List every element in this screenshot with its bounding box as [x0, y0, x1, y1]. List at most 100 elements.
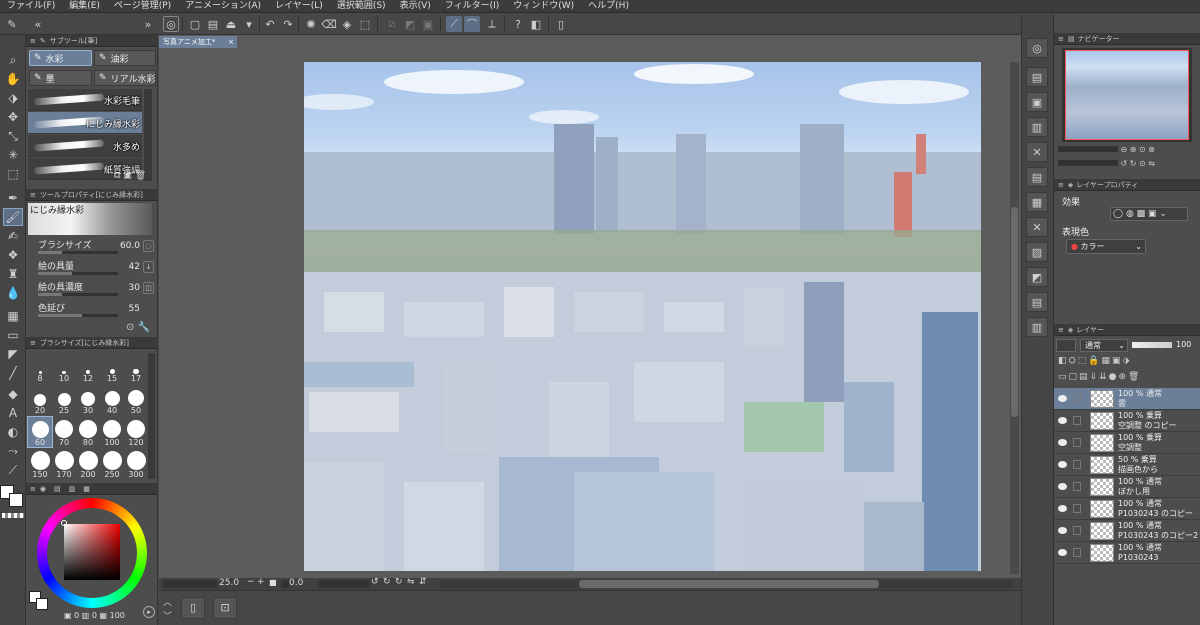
- close-window-icon[interactable]: ✕: [1026, 142, 1048, 162]
- zoom-icon[interactable]: ⌕: [3, 51, 23, 69]
- text-icon[interactable]: A: [3, 404, 23, 422]
- line-correction-icon[interactable]: ⟋: [3, 461, 23, 479]
- property-slider[interactable]: [38, 272, 118, 275]
- eye-icon[interactable]: [1058, 549, 1067, 556]
- layer-row[interactable]: 100 % 通常 P1030243 のコピー: [1054, 498, 1200, 520]
- layer-row[interactable]: 100 % 通常 P1030243: [1054, 542, 1200, 564]
- ruler-snap-icon[interactable]: ⟋: [446, 16, 462, 32]
- brush-size-option[interactable]: 120: [124, 417, 148, 447]
- gradient-icon[interactable]: ▦: [3, 307, 23, 325]
- brush-size-option[interactable]: 15: [100, 353, 124, 383]
- pen-tool-icon[interactable]: ✒: [3, 189, 23, 207]
- layer-row[interactable]: 100 % 乗算 空調整: [1054, 432, 1200, 454]
- new-folder-icon[interactable]: ▤: [1079, 372, 1090, 382]
- history-color-tab-icon[interactable]: ▦: [83, 485, 90, 493]
- balloon-icon[interactable]: ⤳: [3, 442, 23, 460]
- auto-action-icon[interactable]: ▤: [1026, 292, 1048, 312]
- new-raster-layer-icon[interactable]: ▭: [1058, 372, 1069, 382]
- navigator-icon[interactable]: ◎: [1026, 38, 1048, 58]
- layer-lock-icon[interactable]: [1073, 526, 1081, 535]
- layer-property-tab-icon[interactable]: ◈: [1068, 181, 1073, 189]
- sub-color-swatch[interactable]: [9, 493, 23, 507]
- subtool-group-oil[interactable]: ✎ 油彩: [94, 50, 156, 66]
- property-slider[interactable]: [38, 314, 118, 317]
- menu-animation[interactable]: アニメーション(A): [178, 0, 268, 13]
- zoom-in-icon[interactable]: +: [257, 577, 265, 587]
- menu-page[interactable]: ページ管理(P): [107, 0, 178, 13]
- nav-actual-size-icon[interactable]: ⊗: [1148, 145, 1155, 154]
- property-color-stretch[interactable]: 色延び 55: [28, 300, 156, 320]
- collapse-panel-icon[interactable]: »: [140, 16, 156, 32]
- settings-icon[interactable]: ⊙: [126, 322, 138, 333]
- brush-icon[interactable]: 🖌: [3, 208, 23, 226]
- blend-color-icon[interactable]: [1056, 339, 1076, 352]
- merge-down-icon[interactable]: ⇊: [1099, 372, 1109, 382]
- brush-size-option[interactable]: 12: [76, 353, 100, 383]
- flip-vertical-icon[interactable]: ⇵: [419, 577, 427, 587]
- selection-crop-icon[interactable]: ◩: [402, 16, 418, 32]
- nav-rotate-left-icon[interactable]: ↺: [1121, 159, 1128, 168]
- nav-flip-icon[interactable]: ⇋: [1148, 159, 1155, 168]
- rotate-right-icon[interactable]: ↻: [383, 577, 391, 587]
- brush-size-option[interactable]: 10: [52, 353, 76, 383]
- new-file-icon[interactable]: ▢: [187, 16, 203, 32]
- eye-icon[interactable]: [1058, 527, 1067, 534]
- brush-size-option[interactable]: 30: [76, 385, 100, 415]
- nav-zoom-in-icon[interactable]: ⊕: [1130, 145, 1137, 154]
- brush-item[interactable]: 水彩毛筆: [28, 89, 142, 111]
- eyedropper-icon[interactable]: ⤡: [3, 127, 23, 145]
- transparent-color-swatch[interactable]: [2, 513, 24, 518]
- blend-icon[interactable]: 💧: [3, 284, 23, 302]
- nav-reset-rotate-icon[interactable]: ⊙: [1139, 159, 1146, 168]
- layer-row[interactable]: 100 % 通常 P1030243 のコピー2: [1054, 520, 1200, 542]
- zoom-slider[interactable]: [163, 580, 217, 588]
- correction-icon[interactable]: ◆: [3, 385, 23, 403]
- close-tab-icon[interactable]: ×: [228, 36, 234, 48]
- eye-icon[interactable]: [1058, 417, 1067, 424]
- panel-menu-icon[interactable]: ≡: [30, 191, 36, 199]
- opacity-slider[interactable]: [1132, 342, 1172, 348]
- pressure-icon[interactable]: ◌: [143, 240, 154, 252]
- vertical-scroll-thumb[interactable]: [1011, 207, 1018, 417]
- transfer-down-icon[interactable]: ⇓: [1090, 372, 1100, 382]
- property-slider[interactable]: [38, 251, 118, 254]
- airbrush-icon[interactable]: ✍: [3, 227, 23, 245]
- history-icon[interactable]: ▥: [1026, 317, 1048, 337]
- ruler-show-icon[interactable]: ⬗: [1122, 356, 1131, 366]
- mask-enable-icon[interactable]: ▣: [1112, 356, 1123, 366]
- rotate-track[interactable]: [319, 580, 369, 588]
- wrench-icon[interactable]: 🔧: [138, 322, 150, 333]
- canvas-photo[interactable]: [304, 62, 981, 571]
- brush-item[interactable]: 水多め: [28, 135, 142, 157]
- hand-icon[interactable]: ✋: [3, 70, 23, 88]
- horizontal-scroll-thumb[interactable]: [579, 580, 879, 588]
- zoom-out-icon[interactable]: −: [247, 577, 255, 587]
- material-icon[interactable]: ⊡: [213, 597, 237, 619]
- zoom-value[interactable]: 25.0: [219, 578, 239, 588]
- navigator-preview[interactable]: [1065, 50, 1189, 140]
- image-icon[interactable]: ▨: [1026, 242, 1048, 262]
- menu-help[interactable]: ヘルプ(H): [581, 0, 636, 13]
- ruler-icon[interactable]: ╱: [3, 364, 23, 382]
- color-set-tab-icon[interactable]: ▤: [54, 485, 61, 493]
- menu-edit[interactable]: 編集(E): [62, 0, 107, 13]
- property-paint-density[interactable]: 絵の具濃度 30 ◫: [28, 279, 156, 299]
- layer-lock-icon[interactable]: [1073, 548, 1081, 557]
- collapse-down-icon[interactable]: ﹀: [163, 609, 172, 622]
- menu-window[interactable]: ウィンドウ(W): [506, 0, 581, 13]
- redo-icon[interactable]: ↷: [280, 16, 296, 32]
- auto-select-icon[interactable]: ✳: [3, 146, 23, 164]
- color-menu-icon[interactable]: ▸: [143, 606, 155, 618]
- nav-zoom-slider[interactable]: [1058, 146, 1118, 152]
- help-icon[interactable]: ?: [510, 16, 526, 32]
- color-preview-sub[interactable]: [36, 598, 48, 610]
- document-tab[interactable]: 写真アニメ加工* ×: [159, 36, 237, 48]
- new-vector-layer-icon[interactable]: ▢: [1069, 372, 1080, 382]
- frame-icon[interactable]: ◤: [3, 345, 23, 363]
- nav-zoom-out-icon[interactable]: ⊖: [1121, 145, 1128, 154]
- brush-size-option[interactable]: 50: [124, 385, 148, 415]
- opacity-value[interactable]: 100: [1176, 340, 1191, 349]
- new-layer-icon[interactable]: ⊕: [1119, 372, 1129, 382]
- brush-size-option[interactable]: 300: [124, 449, 148, 479]
- brush-size-option[interactable]: 70: [52, 417, 76, 447]
